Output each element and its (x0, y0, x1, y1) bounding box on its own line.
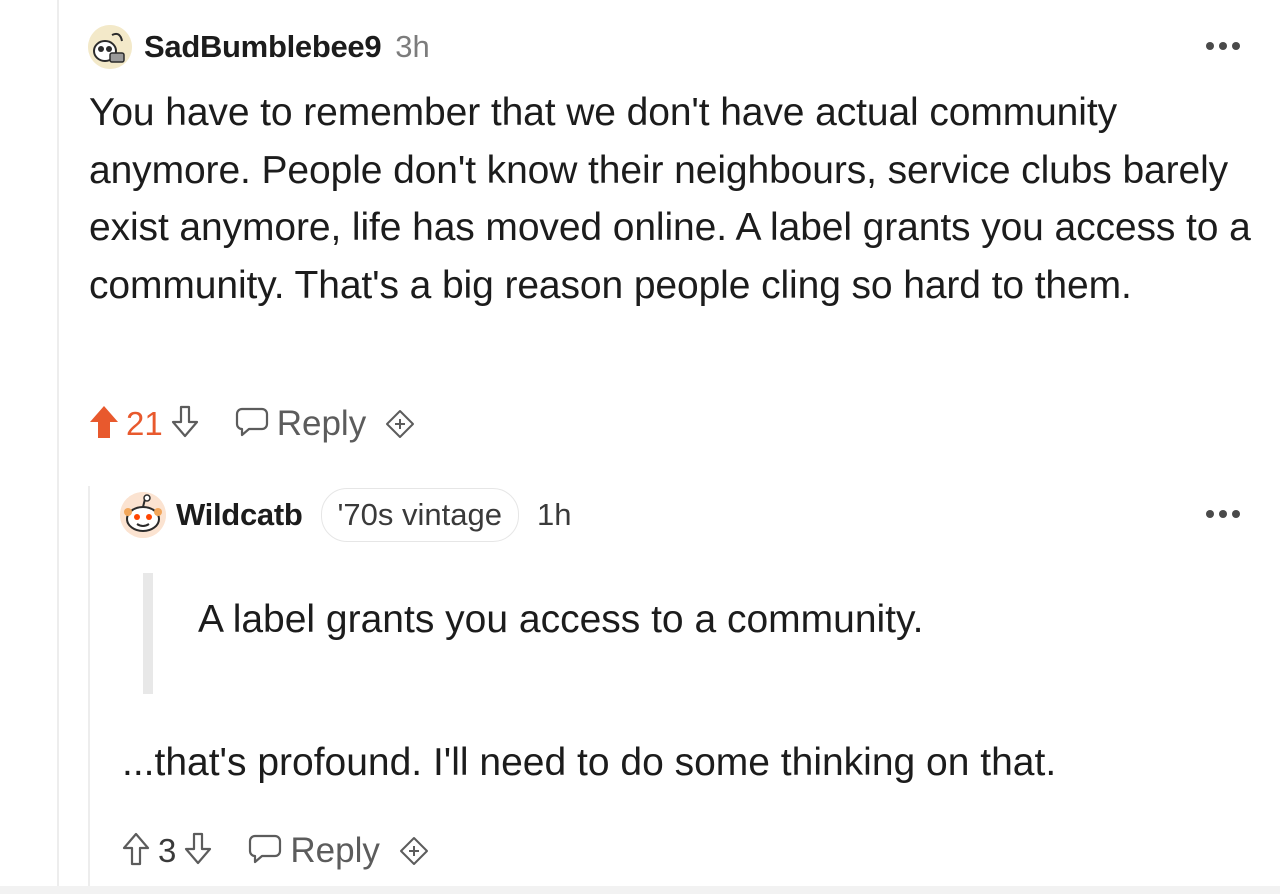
upvote-arrow-icon[interactable] (88, 404, 120, 445)
comment-actions: 21 Reply (88, 398, 416, 450)
thread-line[interactable] (57, 0, 59, 894)
reply-button[interactable]: Reply (235, 404, 366, 444)
vote-count: 3 (158, 832, 177, 869)
comment-header: Wildcatb '70s vintage 1h (120, 488, 571, 542)
author-name[interactable]: Wildcatb (176, 497, 303, 533)
author-name[interactable]: SadBumblebee9 (144, 29, 382, 65)
speech-bubble-icon (248, 833, 282, 870)
comment-body: You have to remember that we don't have … (89, 91, 1251, 307)
avatar[interactable] (120, 492, 166, 538)
comment-actions: 3 Reply (120, 826, 430, 876)
comment-body: ...that's profound. I'll need to do some… (122, 741, 1057, 784)
downvote-arrow-icon[interactable] (182, 831, 214, 872)
comment-timestamp: 1h (536, 497, 572, 532)
more-options-icon[interactable] (1206, 42, 1240, 50)
speech-bubble-icon (235, 406, 269, 443)
user-flair: '70s vintage (320, 488, 519, 542)
bottom-divider (0, 886, 1280, 894)
more-options-icon[interactable] (1206, 510, 1240, 518)
reply-label: Reply (276, 404, 367, 443)
award-plus-icon[interactable] (384, 408, 416, 440)
award-plus-icon[interactable] (398, 835, 430, 867)
downvote-arrow-icon[interactable] (169, 404, 201, 445)
comment-header: SadBumblebee9 3h (88, 24, 430, 70)
upvote-arrow-icon[interactable] (120, 831, 152, 872)
thread-line-child[interactable] (88, 486, 90, 894)
reply-button[interactable]: Reply (248, 831, 380, 871)
vote-count: 21 (126, 405, 163, 442)
reply-label: Reply (290, 831, 380, 870)
blockquote-text: A label grants you access to a community… (198, 598, 924, 641)
comment-timestamp: 3h (395, 29, 430, 64)
blockquote-bar (143, 573, 153, 694)
avatar[interactable] (88, 25, 132, 69)
